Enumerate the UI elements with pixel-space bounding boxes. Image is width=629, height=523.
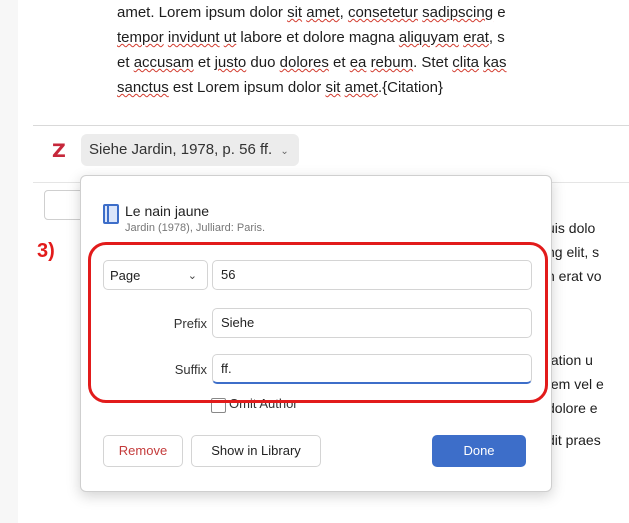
document-margin bbox=[0, 0, 19, 523]
document-line: amet. Lorem ipsum dolor sit amet, conset… bbox=[117, 4, 506, 21]
book-icon bbox=[103, 204, 119, 224]
item-title: Le nain jaune bbox=[125, 203, 210, 219]
done-button[interactable]: Done bbox=[432, 435, 526, 467]
document-paragraph: amet. Lorem ipsum dolor sit amet, conset… bbox=[117, 0, 629, 100]
document-text-fragment: dit praes bbox=[547, 432, 601, 448]
document-text-fragment: dolore e bbox=[547, 400, 598, 416]
document-line: et accusam et justo duo dolores et ea re… bbox=[117, 54, 507, 71]
annotation-label: 3) bbox=[37, 240, 55, 262]
document-text-fragment: n erat vo bbox=[547, 268, 602, 284]
document-line: tempor invidunt ut labore et dolore magn… bbox=[117, 29, 505, 46]
chevron-down-icon: ⌄ bbox=[280, 146, 289, 157]
citation-pill[interactable]: Siehe Jardin, 1978, p. 56 ff. ⌄ bbox=[81, 134, 299, 166]
document-text-fragment: uis dolo bbox=[547, 220, 596, 236]
document-text-fragment: tation u bbox=[547, 352, 593, 368]
citation-pill-label: Siehe Jardin, 1978, p. 56 ff. bbox=[89, 141, 273, 158]
document-text-fragment: ng elit, s bbox=[547, 244, 600, 260]
item-details: Jardin (1978), Julliard: Paris. bbox=[125, 222, 266, 234]
show-in-library-button[interactable]: Show in Library bbox=[191, 435, 321, 467]
annotation-highlight-box bbox=[88, 242, 548, 403]
remove-button[interactable]: Remove bbox=[103, 435, 183, 467]
zotero-logo-icon: Z bbox=[52, 140, 66, 162]
document-line: sanctus est Lorem ipsum dolor sit amet.{… bbox=[117, 79, 444, 96]
document-text-fragment: tem vel e bbox=[547, 376, 604, 392]
